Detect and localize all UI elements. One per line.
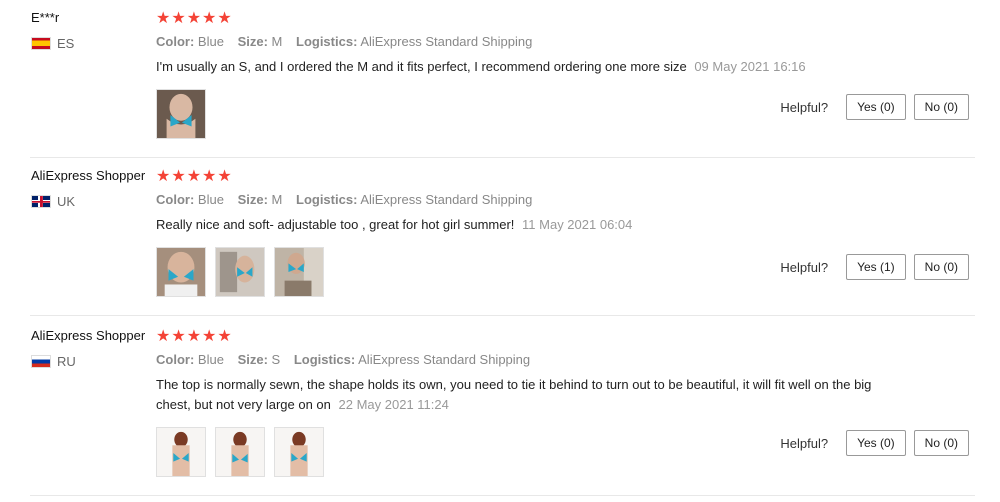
country-code: RU <box>57 354 76 369</box>
order-attributes: Color: Blue Size: M Logistics: AliExpres… <box>156 34 971 49</box>
logistics-label: Logistics: <box>293 352 356 367</box>
helpful-label: Helpful? <box>780 435 829 451</box>
review-photo[interactable] <box>215 247 265 297</box>
logistics-label: Logistics: <box>296 192 358 207</box>
review-date: 22 May 2021 11:24 <box>338 397 449 412</box>
logistics-value: AliExpress Standard Shipping <box>360 34 533 49</box>
order-attributes: Color: Blue Size: M Logistics: AliExpres… <box>156 192 971 207</box>
photo-thumbnail-icon <box>275 428 323 476</box>
review-photo[interactable] <box>215 427 265 477</box>
size-label: Size: <box>237 192 268 207</box>
review-photo[interactable] <box>274 247 324 297</box>
country-code: UK <box>57 194 76 209</box>
review-date: 09 May 2021 16:16 <box>694 59 806 74</box>
helpful-label: Helpful? <box>780 259 829 275</box>
logistics-label: Logistics: <box>296 34 358 49</box>
review-text: The top is normally sewn, the shape hold… <box>156 375 886 415</box>
helpful-vote: Helpful? Yes (1) No (0) <box>780 254 969 280</box>
country-code: ES <box>57 36 75 51</box>
helpful-no-button[interactable]: No (0) <box>913 254 969 280</box>
order-attributes: Color: Blue Size: S Logistics: AliExpres… <box>156 352 971 367</box>
size-label: Size: <box>237 352 268 367</box>
reviewer-info: AliExpress Shopper UK <box>31 168 153 209</box>
logistics-value: AliExpress Standard Shipping <box>360 192 533 207</box>
flag-ru-icon <box>31 355 51 368</box>
review-body: The top is normally sewn, the shape hold… <box>156 377 872 412</box>
helpful-yes-button[interactable]: Yes (0) <box>846 94 906 120</box>
reviewer-country: UK <box>31 194 153 209</box>
reviewer-country: RU <box>31 354 153 369</box>
photo-thumbnail-icon <box>157 90 205 138</box>
photo-thumbnail-icon <box>157 428 205 476</box>
logistics-value: AliExpress Standard Shipping <box>358 352 531 367</box>
review-date: 11 May 2021 06:04 <box>522 217 633 232</box>
reviewer-name: AliExpress Shopper <box>31 168 146 183</box>
review-text: Really nice and soft- adjustable too , g… <box>156 215 886 235</box>
color-value: Blue <box>197 352 224 367</box>
review-body: Really nice and soft- adjustable too , g… <box>156 217 515 232</box>
review-item: AliExpress Shopper UK ★★★★★ Color: Blue … <box>30 158 975 316</box>
review-photo[interactable] <box>274 427 324 477</box>
review-item: E***r ES ★★★★★ Color: Blue Size: M Logis… <box>30 0 975 158</box>
photo-thumbnail-icon <box>216 248 264 296</box>
reviewer-info: E***r ES <box>31 10 153 51</box>
reviewer-name: AliExpress Shopper <box>31 328 146 343</box>
star-rating-icon: ★★★★★ <box>156 168 233 185</box>
helpful-yes-button[interactable]: Yes (1) <box>846 254 906 280</box>
review-list: E***r ES ★★★★★ Color: Blue Size: M Logis… <box>0 0 1000 502</box>
size-value: S <box>271 352 281 367</box>
reviewer-country: ES <box>31 36 153 51</box>
size-value: M <box>271 34 283 49</box>
color-label: Color: <box>156 34 195 49</box>
star-rating-icon: ★★★★★ <box>156 10 233 27</box>
helpful-vote: Helpful? Yes (0) No (0) <box>780 94 969 120</box>
photo-thumbnail-icon <box>157 248 205 296</box>
helpful-no-button[interactable]: No (0) <box>913 430 969 456</box>
review-photo[interactable] <box>156 427 206 477</box>
star-rating-icon: ★★★★★ <box>156 328 233 345</box>
color-value: Blue <box>197 192 224 207</box>
review-body: I'm usually an S, and I ordered the M an… <box>156 59 687 74</box>
size-value: M <box>271 192 283 207</box>
review-photo[interactable] <box>156 247 206 297</box>
review-photo[interactable] <box>156 89 206 139</box>
helpful-no-button[interactable]: No (0) <box>913 94 969 120</box>
helpful-label: Helpful? <box>780 99 829 115</box>
reviewer-info: AliExpress Shopper RU <box>31 328 153 369</box>
review-item: AliExpress Shopper RU ★★★★★ Color: Blue … <box>30 318 975 496</box>
size-label: Size: <box>237 34 268 49</box>
flag-uk-icon <box>31 195 51 208</box>
photo-thumbnail-icon <box>275 248 323 296</box>
color-value: Blue <box>197 34 224 49</box>
color-label: Color: <box>156 192 195 207</box>
color-label: Color: <box>156 352 195 367</box>
review-text: I'm usually an S, and I ordered the M an… <box>156 57 886 77</box>
photo-thumbnail-icon <box>216 428 264 476</box>
flag-es-icon <box>31 37 51 50</box>
helpful-yes-button[interactable]: Yes (0) <box>846 430 906 456</box>
reviewer-name: E***r <box>31 10 60 25</box>
helpful-vote: Helpful? Yes (0) No (0) <box>780 430 969 456</box>
